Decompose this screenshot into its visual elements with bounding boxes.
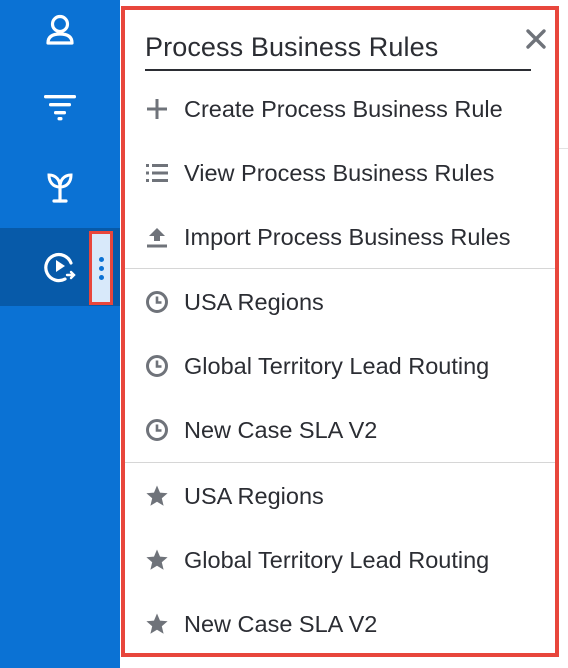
menu-title: Process Business Rules	[145, 32, 531, 71]
favorite-item[interactable]: Global Territory Lead Routing	[125, 528, 555, 592]
recent-item[interactable]: USA Regions	[125, 270, 555, 334]
more-options-button[interactable]	[89, 231, 113, 305]
sidebar-item-filter[interactable]	[0, 68, 120, 146]
section-divider	[125, 462, 555, 463]
menu-item-label: Create Process Business Rule	[184, 95, 503, 122]
favorite-item[interactable]: New Case SLA V2	[125, 592, 555, 656]
menu-item-label: New Case SLA V2	[184, 416, 378, 443]
process-business-rules-menu: Process Business Rules Create Process Bu…	[121, 6, 559, 657]
menu-item-label: Import Process Business Rules	[184, 223, 511, 250]
clock-icon	[143, 288, 171, 316]
list-icon	[143, 159, 171, 187]
star-icon	[143, 610, 171, 638]
clock-icon	[143, 352, 171, 380]
recent-item[interactable]: Global Territory Lead Routing	[125, 334, 555, 398]
clock-icon	[143, 416, 171, 444]
star-icon	[143, 546, 171, 574]
plus-icon	[143, 95, 171, 123]
star-icon	[143, 482, 171, 510]
background-divider	[558, 148, 568, 149]
menu-item-label: Global Territory Lead Routing	[184, 352, 490, 379]
upload-icon	[143, 223, 171, 251]
person-pin-icon	[42, 11, 78, 47]
menu-item-label: Global Territory Lead Routing	[184, 546, 490, 573]
sidebar-item-contacts[interactable]	[0, 0, 120, 68]
close-button[interactable]	[523, 26, 549, 52]
close-icon	[526, 29, 546, 49]
menu-item-label: USA Regions	[184, 288, 324, 315]
import-rules-item[interactable]: Import Process Business Rules	[125, 205, 555, 269]
sprout-icon	[42, 169, 78, 205]
filter-icon	[42, 89, 78, 125]
kebab-icon	[98, 256, 104, 262]
create-rule-item[interactable]: Create Process Business Rule	[125, 77, 555, 141]
view-rules-item[interactable]: View Process Business Rules	[125, 141, 555, 205]
background-content	[558, 0, 568, 668]
recent-item[interactable]: New Case SLA V2	[125, 398, 555, 462]
menu-item-label: New Case SLA V2	[184, 610, 378, 637]
menu-item-label: USA Regions	[184, 482, 324, 509]
sidebar	[0, 0, 120, 668]
sidebar-item-opportunities[interactable]	[0, 148, 120, 226]
favorite-item[interactable]: USA Regions	[125, 464, 555, 528]
play-clock-icon	[42, 249, 78, 285]
menu-item-label: View Process Business Rules	[184, 159, 495, 186]
section-divider	[125, 268, 555, 269]
